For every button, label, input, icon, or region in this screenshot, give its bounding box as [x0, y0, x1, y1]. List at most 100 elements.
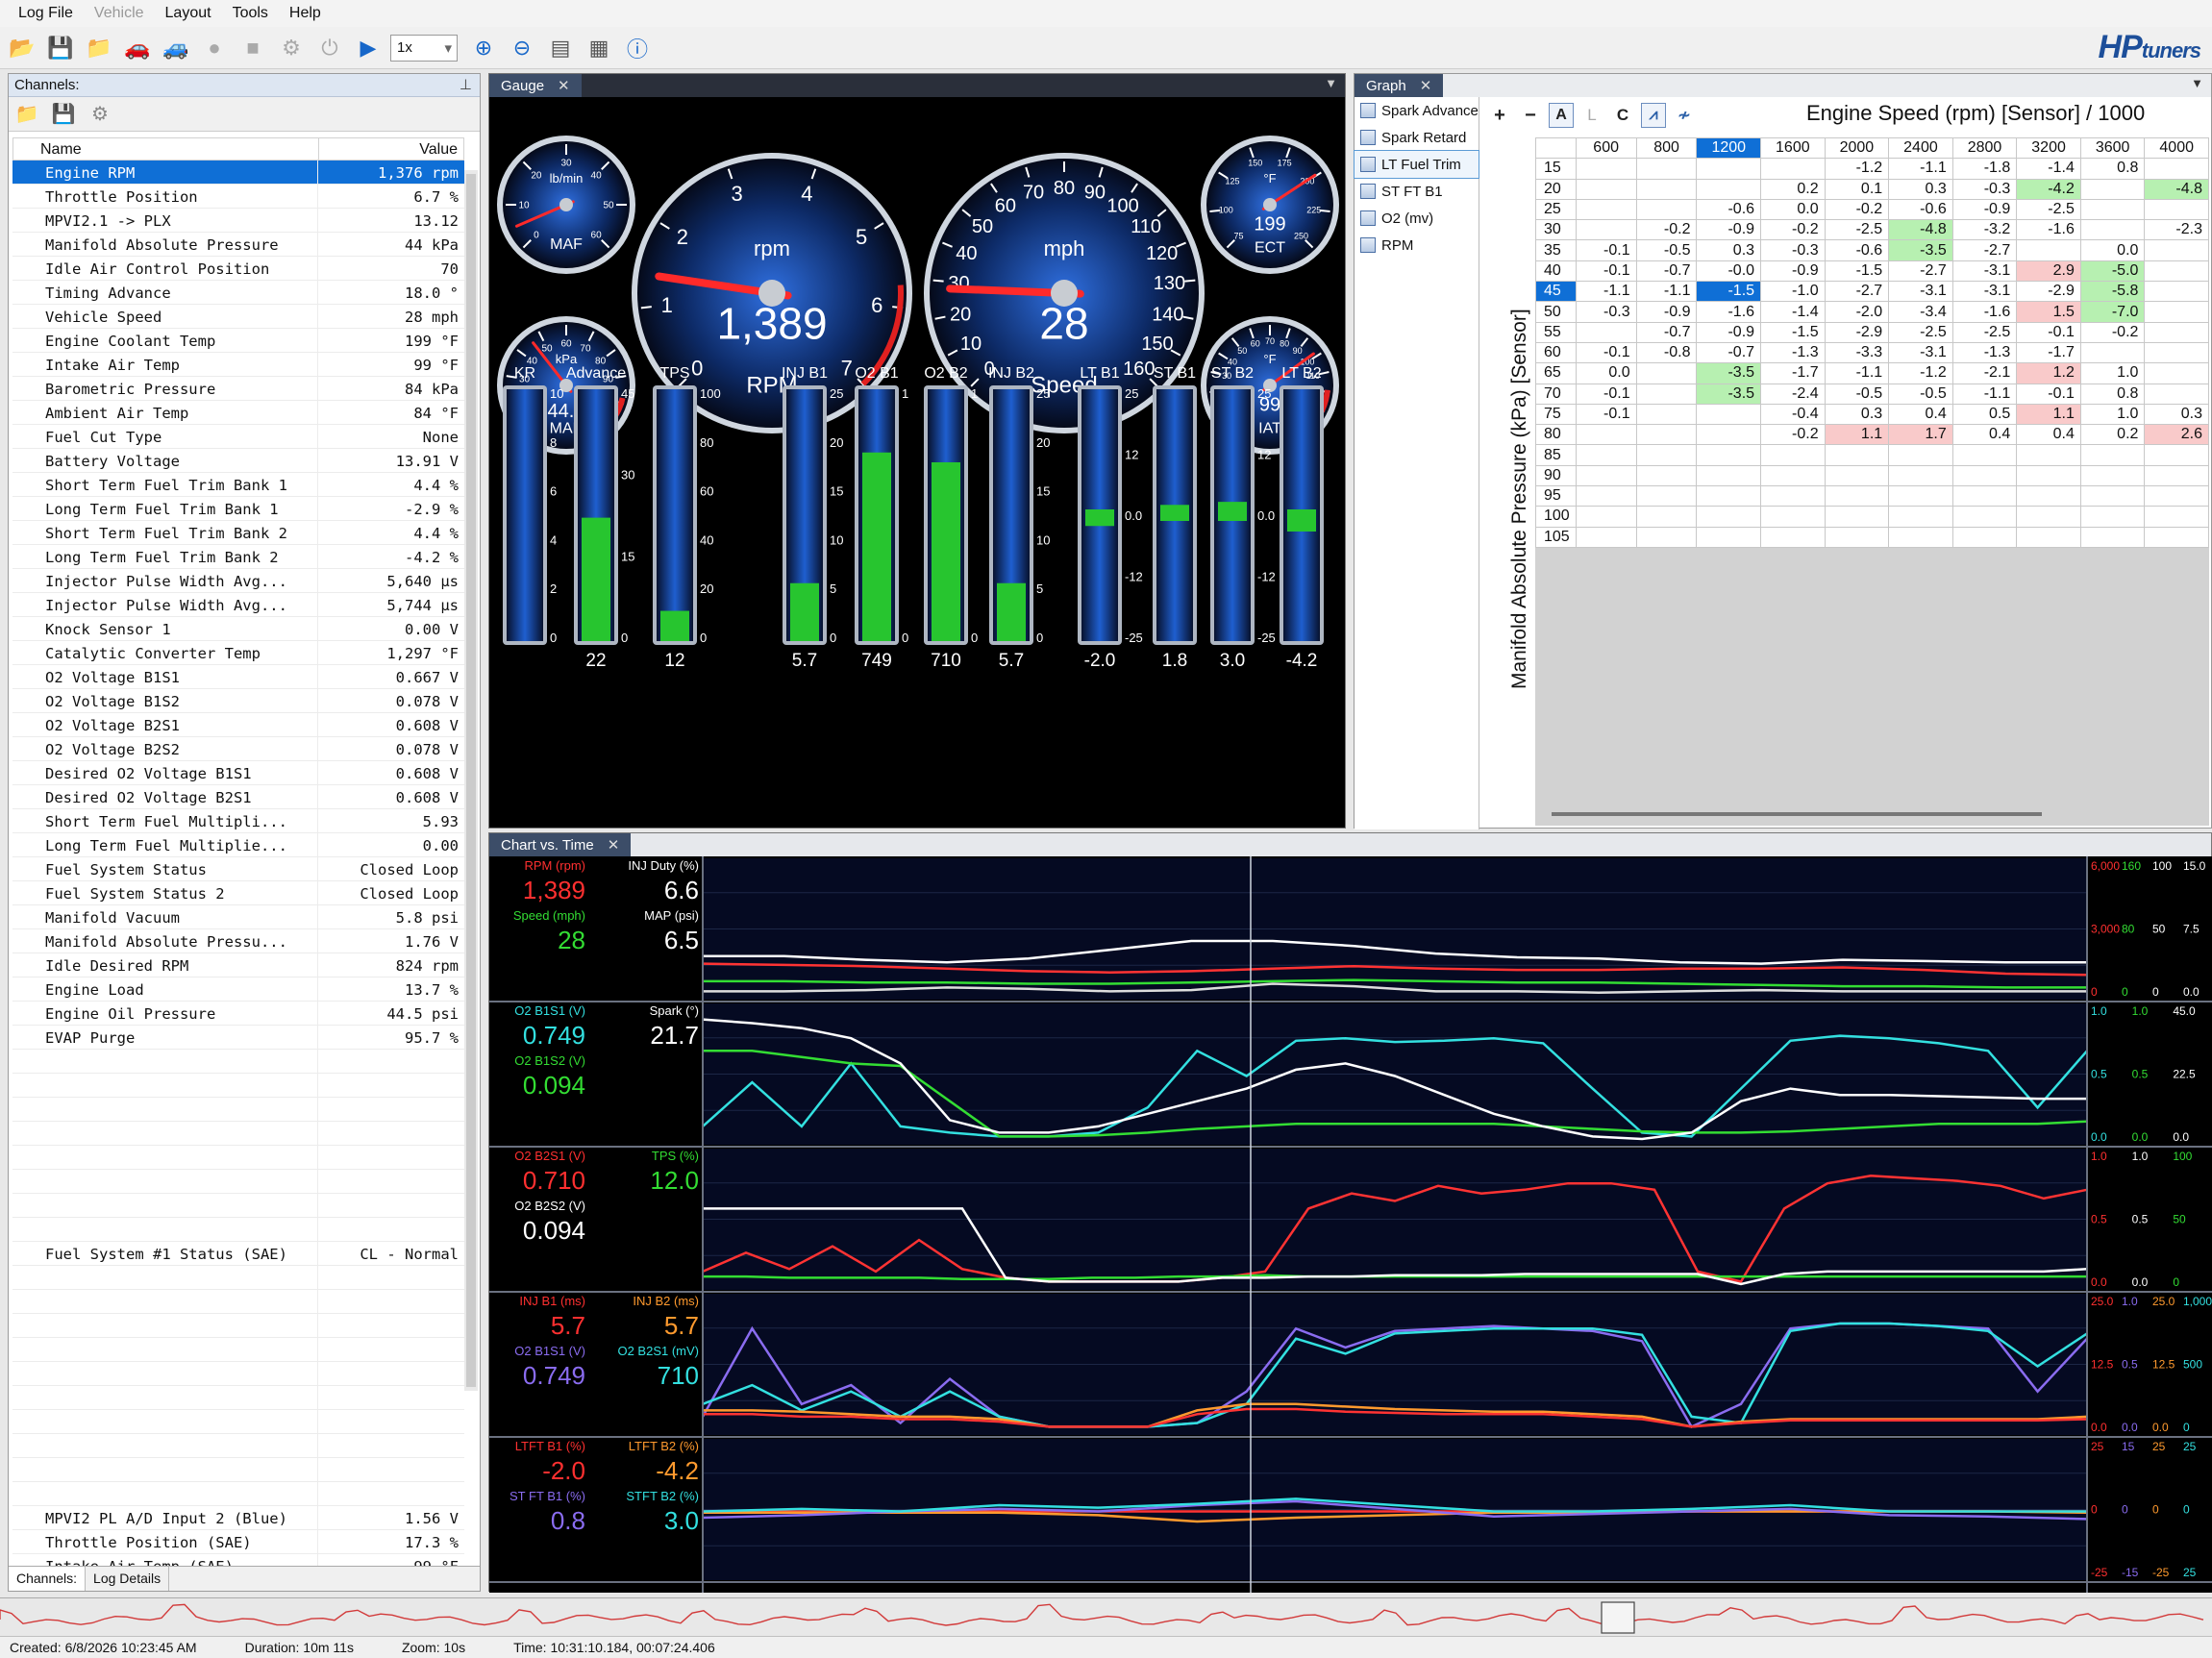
channel-row[interactable]: Fuel System Status Closed Loop	[12, 857, 464, 881]
table-cell[interactable]	[1760, 444, 1826, 466]
table-cell[interactable]: 1.0	[2079, 403, 2146, 426]
table-cell[interactable]: -2.7	[1824, 281, 1890, 303]
table-cell[interactable]: -0.3	[1951, 178, 2018, 200]
table-cell[interactable]	[1824, 485, 1890, 507]
table-cell[interactable]: -0.9	[1696, 219, 1762, 241]
table-cell[interactable]: -0.9	[1760, 260, 1826, 283]
tab-dropdown-icon[interactable]: ▼	[1325, 76, 1337, 90]
menu-tools[interactable]: Tools	[233, 5, 268, 22]
channel-row[interactable]	[12, 1410, 464, 1434]
channel-row[interactable]	[12, 1482, 464, 1506]
table-cell[interactable]	[1575, 178, 1637, 200]
table-cell[interactable]	[2144, 526, 2209, 548]
table-cell[interactable]: -3.5	[1696, 362, 1762, 384]
menu-layout[interactable]: Layout	[165, 5, 211, 22]
table-cell[interactable]: -0.5	[1888, 383, 1953, 405]
playback-rate-select[interactable]: 1x	[390, 34, 458, 62]
table-cell[interactable]	[1635, 362, 1698, 384]
close-icon[interactable]: ✕	[558, 78, 570, 94]
table-cell[interactable]: -0.0	[1696, 260, 1762, 283]
table-cell[interactable]: -0.3	[1575, 301, 1637, 323]
channel-row[interactable]: Vehicle Speed 28 mph	[12, 305, 464, 329]
table-cell[interactable]: 0.3	[1824, 403, 1890, 426]
table-cell[interactable]	[1696, 506, 1762, 528]
column-header[interactable]: 1600	[1760, 136, 1826, 160]
vehicle-connect-icon[interactable]: 🚙	[160, 32, 192, 64]
table-cell[interactable]	[1696, 178, 1762, 200]
row-header[interactable]: 70	[1535, 383, 1577, 405]
table-cell[interactable]: -0.9	[1696, 321, 1762, 343]
column-header[interactable]: 4000	[2144, 136, 2209, 160]
table-cell[interactable]	[1575, 158, 1637, 180]
scan-tool-icon[interactable]: ⚙	[275, 32, 308, 64]
channel-row[interactable]	[12, 1338, 464, 1362]
table-cell[interactable]	[2079, 219, 2146, 241]
table-cell[interactable]: 1.5	[2016, 301, 2081, 323]
table-cell[interactable]: -2.9	[1824, 321, 1890, 343]
table-cell[interactable]: 0.0	[1575, 362, 1637, 384]
table-cell[interactable]: -0.4	[1760, 403, 1826, 426]
channels-scrollbar[interactable]	[464, 170, 478, 1391]
column-header[interactable]: 3200	[2016, 136, 2081, 160]
table-cell[interactable]: -0.1	[1575, 239, 1637, 261]
table-cell[interactable]	[1575, 444, 1637, 466]
channel-row[interactable]	[12, 1458, 464, 1482]
channel-row[interactable]	[12, 1362, 464, 1386]
channel-row[interactable]: O2 Voltage B2S2 0.078 V	[12, 737, 464, 761]
table-cell[interactable]	[1635, 464, 1698, 487]
graph-list-item[interactable]: LT Fuel Trim	[1354, 150, 1479, 179]
channel-row[interactable]: Barometric Pressure 84 kPa	[12, 377, 464, 401]
table-cell[interactable]: -1.5	[1696, 281, 1762, 303]
column-header[interactable]: 2400	[1888, 136, 1953, 160]
table-cell[interactable]	[1696, 444, 1762, 466]
table-cell[interactable]: -1.1	[1575, 281, 1637, 303]
row-header[interactable]: 20	[1535, 178, 1577, 200]
pin-icon[interactable]: ⊥	[460, 76, 472, 93]
table-cell[interactable]: -0.9	[1951, 198, 2018, 221]
channel-row[interactable]: Knock Sensor 1 0.00 V	[12, 617, 464, 641]
menu-help[interactable]: Help	[289, 5, 321, 22]
channel-row[interactable]: Timing Advance 18.0 °	[12, 281, 464, 305]
table-cell[interactable]: 0.0	[1760, 198, 1826, 221]
table-cell[interactable]	[1888, 506, 1953, 528]
table-cell[interactable]: 1.1	[2016, 403, 2081, 426]
table-cell[interactable]: 1.1	[1824, 424, 1890, 446]
channel-row[interactable]: MPVI2 PL A/D Input 2 (Blue) 1.56 V	[12, 1506, 464, 1530]
table-cell[interactable]: -1.1	[1824, 362, 1890, 384]
column-header[interactable]: 3600	[2079, 136, 2146, 160]
table-cell[interactable]: -3.2	[1951, 219, 2018, 241]
table-cell[interactable]	[1760, 158, 1826, 180]
table-cell[interactable]: -1.1	[1635, 281, 1698, 303]
table-cell[interactable]	[1696, 403, 1762, 426]
channel-row[interactable]: Fuel System Status 2 Closed Loop	[12, 881, 464, 905]
row-header[interactable]: 50	[1535, 301, 1577, 323]
graph-horizontal-scrollbar[interactable]	[1552, 812, 2042, 816]
table-cell[interactable]: 0.3	[1888, 178, 1953, 200]
table-cell[interactable]: -1.6	[1951, 301, 2018, 323]
table-cell[interactable]: -0.1	[2016, 321, 2081, 343]
table-cell[interactable]: -1.2	[1824, 158, 1890, 180]
table-cell[interactable]: -0.9	[1635, 301, 1698, 323]
table-cell[interactable]	[1575, 424, 1637, 446]
row-header[interactable]: 15	[1535, 158, 1577, 180]
table-cell[interactable]: -1.1	[1888, 158, 1953, 180]
table-cell[interactable]: -3.5	[1888, 239, 1953, 261]
table-cell[interactable]	[1575, 219, 1637, 241]
table-cell[interactable]	[1696, 485, 1762, 507]
save-channels-icon[interactable]: 💾	[49, 100, 78, 129]
table-cell[interactable]: -2.1	[1951, 362, 2018, 384]
table-cell[interactable]: -5.0	[2079, 260, 2146, 283]
scrollbar-thumb[interactable]	[466, 174, 476, 1387]
table-cell[interactable]: -0.1	[1575, 341, 1637, 364]
table-cell[interactable]	[1888, 444, 1953, 466]
channel-row[interactable]	[12, 1266, 464, 1290]
table-cell[interactable]: -1.2	[1888, 362, 1953, 384]
table-cell[interactable]: 2.9	[2016, 260, 2081, 283]
zoom-out-icon[interactable]: ⊖	[506, 32, 538, 64]
table-cell[interactable]	[1824, 506, 1890, 528]
chart-view-icon[interactable]: ⩘	[1641, 103, 1666, 128]
column-header[interactable]: 800	[1635, 136, 1698, 160]
center-button[interactable]: C	[1610, 103, 1635, 128]
chart-vs-time-canvas[interactable]: RPM (rpm) 1,389 INJ Duty (%) 6.6 Speed (mph)…	[489, 856, 2212, 1593]
table-cell[interactable]: 0.4	[2016, 424, 2081, 446]
